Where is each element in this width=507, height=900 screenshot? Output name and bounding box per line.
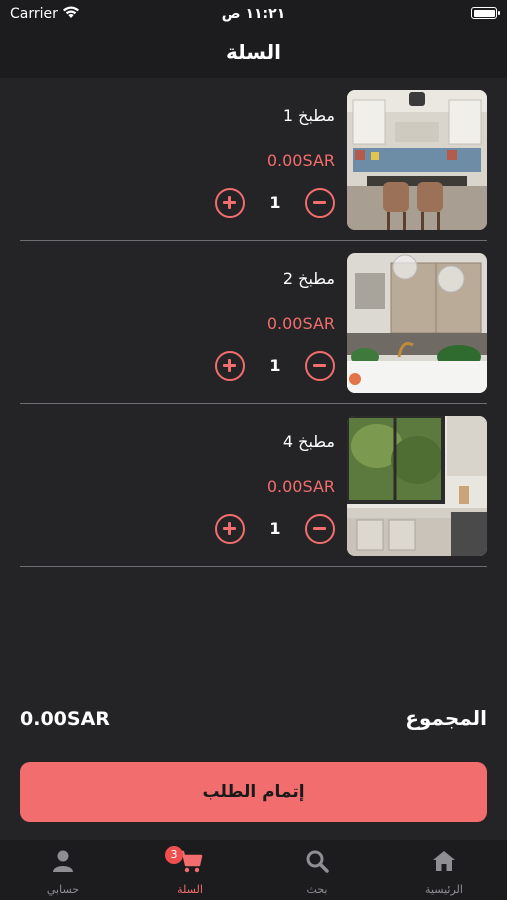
item-price: 0.00SAR [266,477,335,496]
item-name: مطبخ 1 [282,106,335,125]
item-price: 0.00SAR [266,314,335,333]
tab-bar: الرئيسية بحث 3 السلة حسابي [0,840,507,900]
increase-quantity-button[interactable] [215,188,245,218]
kitchen-image[interactable] [347,90,487,230]
decrease-quantity-button[interactable] [305,351,335,381]
total-label: المجموع [405,706,487,730]
checkout-button[interactable]: إتمام الطلب [20,762,487,822]
quantity-stepper: 1 [215,514,335,544]
battery-icon [471,7,500,19]
item-price: 0.00SAR [266,151,335,170]
user-icon [53,850,73,872]
item-name: مطبخ 4 [282,432,335,451]
item-name: مطبخ 2 [282,269,335,288]
tab-label: السلة [177,883,203,896]
status-bar: Carrier ١١:٢١ ص [0,0,507,30]
status-time: ١١:٢١ ص [221,6,286,22]
cart-count-badge: 3 [165,846,183,864]
nav-header: السلة [0,30,507,78]
quantity-stepper: 1 [215,188,335,218]
cart-item: مطبخ 2 0.00SAR 1 [20,241,487,404]
quantity-stepper: 1 [215,351,335,381]
total-value: 0.00SAR [20,708,110,730]
tab-cart[interactable]: 3 السلة [127,840,253,900]
decrease-quantity-button[interactable] [305,514,335,544]
home-icon [433,851,455,871]
kitchen-image[interactable] [347,253,487,393]
tab-home[interactable]: الرئيسية [381,840,507,900]
tab-label: حسابي [46,883,80,896]
tab-search[interactable]: بحث [254,840,380,900]
increase-quantity-button[interactable] [215,514,245,544]
checkout-label: إتمام الطلب [202,782,305,802]
tab-account[interactable]: حسابي [0,840,126,900]
quantity-value: 1 [269,356,281,375]
increase-quantity-button[interactable] [215,351,245,381]
cart-item: مطبخ 1 0.00SAR 1 [20,78,487,241]
search-icon [306,850,329,873]
quantity-value: 1 [269,193,281,212]
decrease-quantity-button[interactable] [305,188,335,218]
kitchen-image[interactable] [347,416,487,556]
quantity-value: 1 [269,519,281,538]
cart-item: مطبخ 4 0.00SAR 1 [20,404,487,567]
tab-label: بحث [306,883,328,896]
page-title: السلة [225,40,281,64]
tab-label: الرئيسية [425,883,463,896]
